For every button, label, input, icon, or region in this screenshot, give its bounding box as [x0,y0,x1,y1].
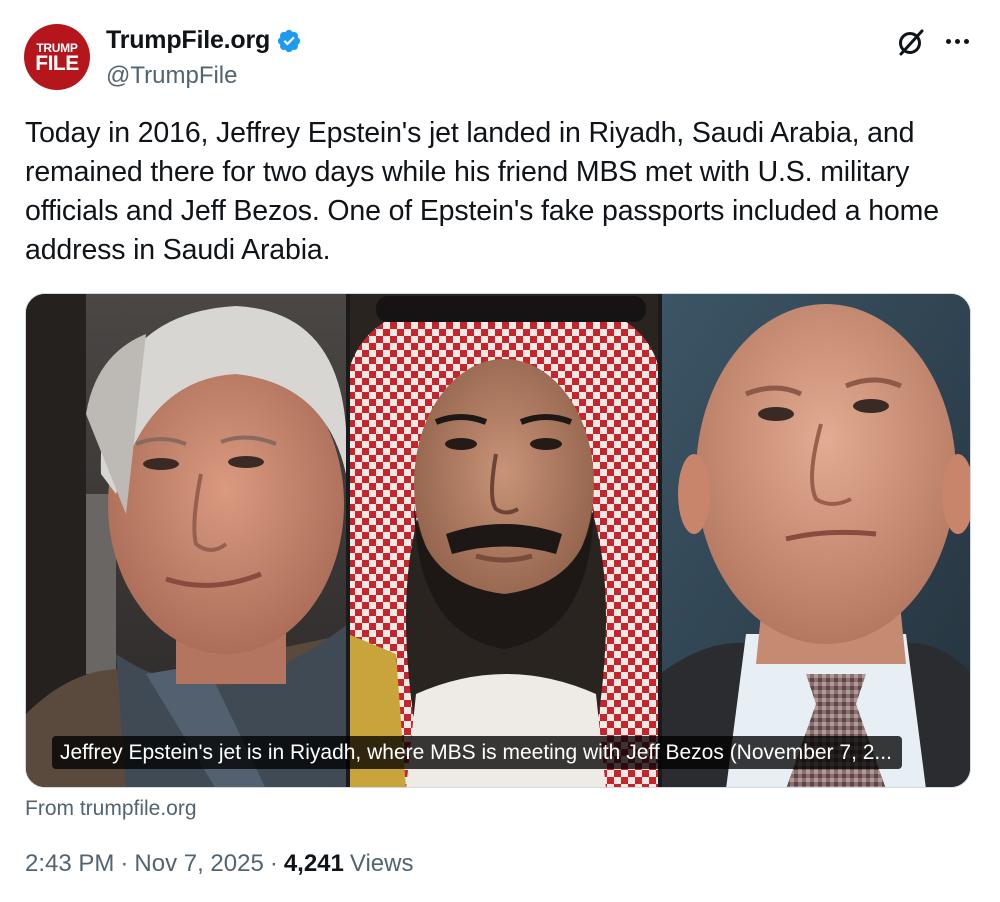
author-name-row: TrumpFile.org [106,26,302,55]
meta-separator: · [269,850,278,877]
author-display-name[interactable]: TrumpFile.org [106,26,270,55]
tweet-text: Today in 2016, Jeffrey Epstein's jet lan… [25,117,939,266]
author-handle[interactable]: @TrumpFile [106,62,237,90]
link-card-media[interactable]: Jeffrey Epstein's jet is in Riyadh, wher… [25,293,971,788]
composite-portrait-image [26,294,970,787]
author-avatar[interactable]: TRUMP FILE [24,24,90,90]
views-count: 4,241 [283,850,344,877]
media-caption: Jeffrey Epstein's jet is in Riyadh, wher… [52,736,902,769]
tweet-card: TRUMP FILE TrumpFile.org @TrumpFile Toda… [0,0,1000,902]
more-options-icon[interactable] [942,28,972,54]
tweet-meta: 2:43 PM · Nov 7, 2025 · 4,241 Views [25,850,413,878]
verified-badge-icon [277,29,301,52]
views-label: Views [349,850,414,877]
tweet-date[interactable]: Nov 7, 2025 [134,850,263,878]
avatar-logo-text-bottom: FILE [35,52,79,75]
tweet-time[interactable]: 2:43 PM [25,850,114,878]
link-source[interactable]: From trumpfile.org [25,797,197,821]
grok-icon[interactable] [895,26,927,58]
meta-separator: · [120,850,129,877]
